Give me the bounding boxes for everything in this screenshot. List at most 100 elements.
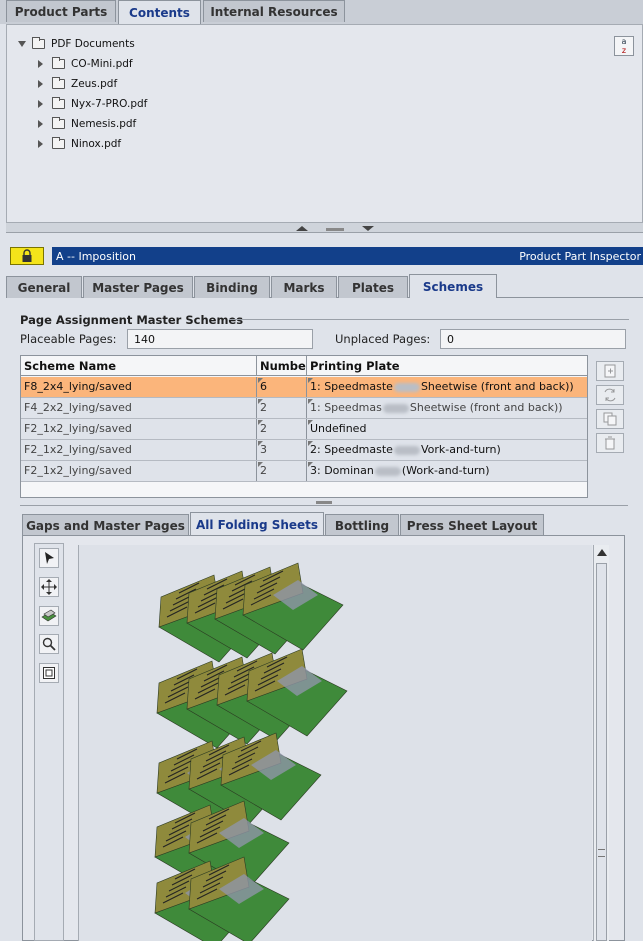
grid-icon (43, 667, 55, 679)
tab-contents[interactable]: Contents (118, 0, 201, 24)
tab-marks[interactable]: Marks (271, 276, 337, 298)
copy-scheme-button[interactable] (596, 409, 624, 429)
scroll-thumb[interactable] (596, 563, 607, 941)
tab-all-folding-sheets[interactable]: All Folding Sheets (190, 512, 324, 536)
tab-schemes[interactable]: Schemes (409, 274, 497, 298)
replace-scheme-icon (604, 388, 616, 402)
add-scheme-button[interactable] (596, 361, 624, 381)
tree-item-label: CO-Mini.pdf (71, 58, 133, 70)
cell-printing-plate[interactable]: 3: Dominan (Work-and-turn) (307, 461, 587, 481)
folding-sheets-canvas[interactable] (78, 545, 592, 941)
folder-open-icon (32, 37, 45, 49)
tab-bottling[interactable]: Bottling (325, 514, 399, 536)
cell-number[interactable]: 6 (257, 377, 307, 397)
tree-root[interactable]: PDF Documents (18, 35, 135, 53)
dropdown-corner-icon (308, 441, 313, 446)
cell-scheme-name: F4_2x2_lying/saved (21, 398, 257, 418)
tree-root-label: PDF Documents (51, 38, 135, 50)
magnifier-icon (42, 637, 56, 651)
inspector-title: A -- Imposition (56, 249, 136, 263)
table-row[interactable]: F8_2x4_lying/saved 6 1: Speedmaste Sheetw… (21, 377, 587, 398)
sort-alphabetical-button[interactable]: a z (614, 36, 634, 56)
table-row[interactable]: F2_1x2_lying/saved 2 3: Dominan (Work-and… (21, 461, 587, 482)
cell-number[interactable]: 2 (257, 398, 307, 418)
cell-printing-plate[interactable]: 2: Speedmaste Vork-and-turn) (307, 440, 587, 460)
expand-toggle-icon[interactable] (38, 80, 46, 88)
delete-scheme-button[interactable] (596, 433, 624, 453)
cell-number[interactable]: 2 (257, 419, 307, 439)
redacted-text (382, 403, 409, 413)
add-scheme-icon (604, 364, 616, 378)
group-divider (229, 319, 629, 320)
sheet-stack-icon (41, 609, 57, 622)
select-tool-button[interactable] (39, 548, 59, 568)
tab-internal-resources[interactable]: Internal Resources (203, 0, 345, 22)
tree-item[interactable]: Zeus.pdf (38, 75, 117, 93)
arrow-pointer-icon (45, 552, 54, 564)
zoom-tool-button[interactable] (39, 634, 59, 654)
sort-az-icon: a z (621, 37, 627, 55)
expand-toggle-icon[interactable] (18, 40, 26, 48)
tree-item-label: Zeus.pdf (71, 78, 118, 90)
tab-press-sheet-layout[interactable]: Press Sheet Layout (400, 514, 544, 536)
placeable-pages-field: 140 (127, 329, 313, 349)
tree-item-label: Ninox.pdf (71, 138, 122, 150)
column-header-scheme-name[interactable]: Scheme Name (21, 356, 257, 375)
cell-scheme-name: F2_1x2_lying/saved (21, 461, 257, 481)
column-header-number[interactable]: Number (257, 356, 307, 375)
move-tool-button[interactable] (39, 577, 59, 597)
scroll-up-arrow-icon[interactable] (597, 549, 607, 556)
expand-toggle-icon[interactable] (38, 140, 46, 148)
sheet-tool-button[interactable] (39, 606, 59, 626)
cell-printing-plate[interactable]: 1: Speedmaste Sheetwise (front and back)) (307, 377, 587, 397)
cell-number[interactable]: 3 (257, 440, 307, 460)
replace-scheme-button[interactable] (596, 385, 624, 405)
cell-printing-plate[interactable]: 1: Speedmas Sheetwise (front and back)) (307, 398, 587, 418)
viewer-toolbar (34, 543, 64, 941)
lock-button[interactable] (10, 247, 44, 265)
cell-number[interactable]: 2 (257, 461, 307, 481)
inspector-tab-bar: General Master Pages Binding Marks Plate… (6, 274, 643, 298)
folder-icon (52, 137, 65, 149)
tree-item[interactable]: CO-Mini.pdf (38, 55, 133, 73)
cell-scheme-name: F2_1x2_lying/saved (21, 440, 257, 460)
dropdown-corner-icon (258, 378, 263, 383)
expand-toggle-icon[interactable] (38, 60, 46, 68)
table-row[interactable]: F2_1x2_lying/saved 2 Undefined (21, 419, 587, 440)
dropdown-corner-icon (308, 399, 313, 404)
scroll-grip-icon (598, 849, 605, 857)
dropdown-corner-icon (258, 441, 263, 446)
folding-sheets-stack-image (154, 562, 348, 941)
splitter-grip-icon (296, 226, 374, 231)
tab-master-pages[interactable]: Master Pages (83, 276, 193, 298)
tab-product-parts[interactable]: Product Parts (6, 0, 116, 22)
dropdown-corner-icon (308, 420, 313, 425)
folder-icon (52, 57, 65, 69)
table-splitter[interactable] (20, 500, 628, 506)
column-header-printing-plate[interactable]: Printing Plate (307, 356, 587, 375)
inspector-right-title: Product Part Inspector (519, 249, 641, 263)
table-row[interactable]: F4_2x2_lying/saved 2 1: Speedmas Sheetwis… (21, 398, 587, 419)
tab-binding[interactable]: Binding (194, 276, 270, 298)
redacted-text (374, 466, 401, 476)
splitter-grip-icon (316, 501, 332, 504)
scheme-table: Scheme Name Number Printing Plate F8_2x4… (20, 355, 588, 498)
tree-item-label: Nyx-7-PRO.pdf (71, 98, 148, 110)
dropdown-corner-icon (308, 462, 313, 467)
tree-item-label: Nemesis.pdf (71, 118, 137, 130)
tab-general[interactable]: General (6, 276, 82, 298)
unplaced-pages-label: Unplaced Pages: (335, 332, 431, 346)
tree-item[interactable]: Nyx-7-PRO.pdf (38, 95, 147, 113)
tree-item[interactable]: Ninox.pdf (38, 135, 121, 153)
expand-toggle-icon[interactable] (38, 100, 46, 108)
panel-splitter[interactable] (6, 223, 643, 233)
expand-toggle-icon[interactable] (38, 120, 46, 128)
tab-gaps-and-master-pages[interactable]: Gaps and Master Pages (22, 514, 189, 536)
table-row[interactable]: F2_1x2_lying/saved 3 2: Speedmaste Vork-a… (21, 440, 587, 461)
cell-printing-plate[interactable]: Undefined (307, 419, 587, 439)
tab-plates[interactable]: Plates (338, 276, 408, 298)
grid-tool-button[interactable] (39, 663, 59, 683)
viewer-vertical-scrollbar[interactable] (593, 545, 609, 941)
tree-item[interactable]: Nemesis.pdf (38, 115, 136, 133)
table-header: Scheme Name Number Printing Plate (21, 356, 587, 376)
